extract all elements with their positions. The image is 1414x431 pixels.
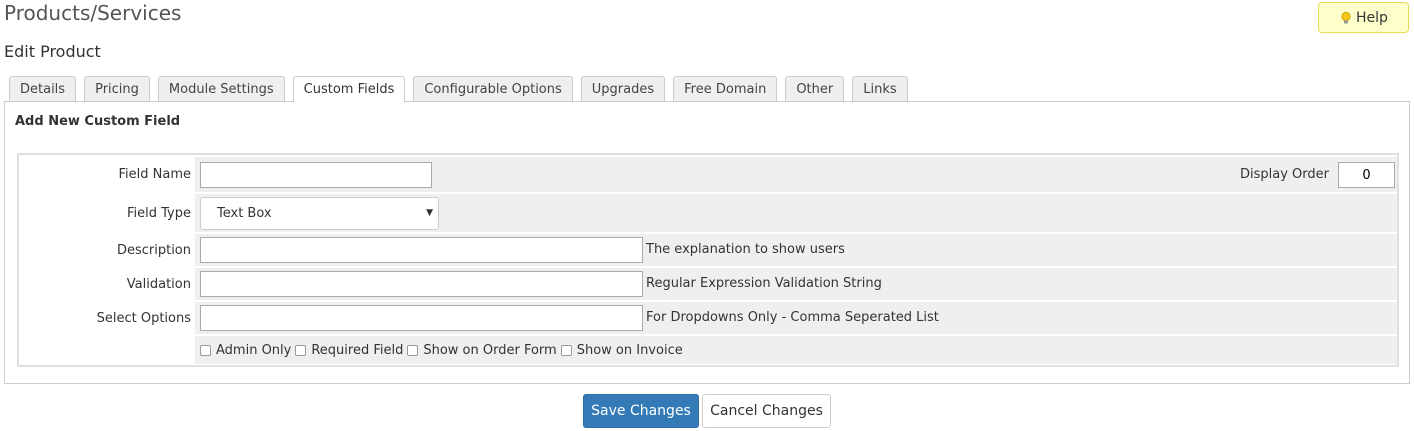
tab-configurable-options[interactable]: Configurable Options: [413, 76, 573, 101]
select-options-row: Select Options For Dropdowns Only - Comm…: [23, 302, 1397, 334]
select-options-hint: For Dropdowns Only - Comma Seperated Lis…: [646, 310, 939, 325]
description-cell: The explanation to show users: [195, 234, 1397, 266]
help-button[interactable]: Help: [1318, 2, 1409, 33]
tab-upgrades[interactable]: Upgrades: [580, 76, 666, 101]
checkbox-box[interactable]: [200, 344, 211, 356]
validation-label: Validation: [126, 276, 191, 292]
tab-links[interactable]: Links: [852, 76, 908, 101]
checkbox-box[interactable]: [407, 344, 419, 356]
tab-module-settings[interactable]: Module Settings: [157, 76, 285, 101]
cancel-changes-button[interactable]: Cancel Changes: [702, 394, 831, 428]
tab-bar: Details Pricing Module Settings Custom F…: [9, 76, 916, 102]
custom-fields-panel: Add New Custom Field Field Name Display …: [4, 101, 1410, 384]
field-name-row: Field Name Display Order: [23, 157, 1397, 192]
save-changes-button[interactable]: Save Changes: [583, 394, 699, 428]
validation-input[interactable]: [200, 271, 643, 297]
show-on-invoice-checkbox[interactable]: Show on Invoice: [560, 342, 683, 358]
validation-cell: Regular Expression Validation String: [195, 268, 1397, 300]
tab-other[interactable]: Other: [785, 76, 845, 101]
admin-only-label: Admin Only: [216, 342, 292, 358]
description-label: Description: [116, 242, 191, 258]
checkbox-group: Admin Only Required Field Show on Order …: [200, 336, 687, 364]
checkbox-box[interactable]: [295, 344, 307, 356]
lightbulb-icon: [1341, 11, 1351, 23]
description-input[interactable]: [200, 237, 643, 263]
help-label: Help: [1356, 9, 1388, 26]
description-row: Description The explanation to show user…: [23, 234, 1397, 266]
show-on-order-form-label: Show on Order Form: [423, 342, 557, 358]
admin-only-checkbox[interactable]: Admin Only: [200, 343, 291, 358]
display-order-label: Display Order: [1240, 167, 1329, 182]
custom-field-form: Field Name Display Order Field Type Text…: [17, 153, 1399, 367]
field-type-value: Text Box: [217, 206, 272, 221]
tab-free-domain[interactable]: Free Domain: [673, 76, 778, 101]
description-hint: The explanation to show users: [646, 242, 845, 257]
field-type-label: Field Type: [127, 205, 191, 221]
checkbox-cell: Admin Only Required Field Show on Order …: [195, 336, 1397, 364]
section-title: Add New Custom Field: [15, 114, 181, 129]
tab-custom-fields[interactable]: Custom Fields: [292, 76, 406, 102]
field-type-row: Field Type Text Box ▼: [23, 194, 1397, 232]
required-field-checkbox[interactable]: Required Field: [295, 343, 403, 358]
field-type-select[interactable]: Text Box ▼: [200, 197, 439, 230]
display-order-input[interactable]: [1338, 162, 1395, 188]
select-options-label: Select Options: [96, 310, 191, 326]
field-name-input[interactable]: [200, 162, 432, 188]
page-title: Products/Services: [4, 1, 182, 25]
tab-details[interactable]: Details: [9, 76, 77, 101]
validation-row: Validation Regular Expression Validation…: [23, 268, 1397, 300]
caret-down-icon: ▼: [426, 208, 433, 218]
select-options-input[interactable]: [200, 305, 643, 331]
field-name-cell: Display Order: [195, 157, 1397, 192]
required-field-label: Required Field: [311, 342, 404, 358]
edit-product-subtitle: Edit Product: [4, 42, 101, 61]
validation-hint: Regular Expression Validation String: [646, 276, 882, 291]
field-type-cell: Text Box ▼: [195, 194, 1397, 232]
tab-pricing[interactable]: Pricing: [84, 76, 150, 101]
checkbox-row-label: [23, 336, 191, 364]
select-options-cell: For Dropdowns Only - Comma Seperated Lis…: [195, 302, 1397, 334]
options-checkbox-row: Admin Only Required Field Show on Order …: [23, 336, 1397, 364]
show-on-order-form-checkbox[interactable]: Show on Order Form: [407, 342, 557, 358]
field-name-label: Field Name: [118, 167, 192, 182]
show-on-invoice-label: Show on Invoice: [576, 342, 683, 358]
checkbox-box[interactable]: [560, 344, 572, 356]
